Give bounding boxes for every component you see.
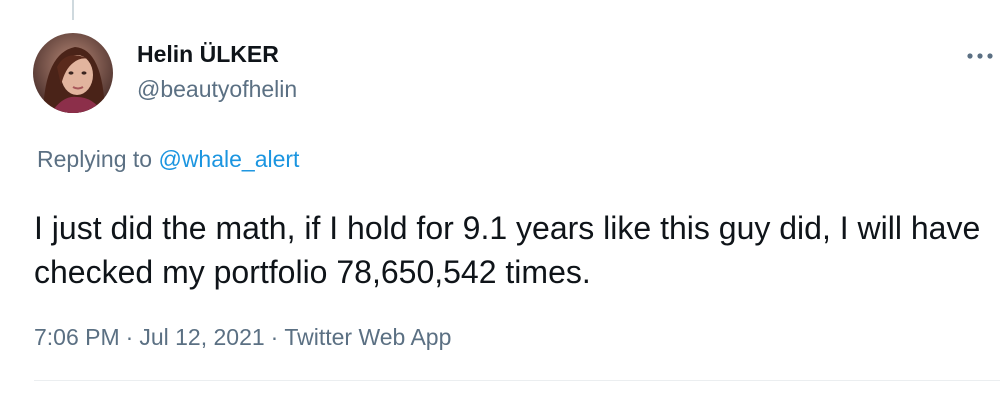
user-handle[interactable]: @beautyofhelin [137, 76, 297, 103]
tweet-client[interactable]: Twitter Web App [284, 324, 451, 350]
tweet: Helin ÜLKER @beautyofhelin Replying to @… [0, 0, 1000, 400]
tweet-meta: 7:06 PM · Jul 12, 2021 · Twitter Web App [34, 324, 451, 351]
more-options-button[interactable] [964, 44, 996, 68]
tweet-time[interactable]: 7:06 PM [34, 324, 120, 350]
reply-mention-link[interactable]: @whale_alert [158, 146, 299, 172]
replying-to-label: Replying to [37, 146, 153, 172]
tweet-date[interactable]: Jul 12, 2021 [139, 324, 264, 350]
tweet-text: I just did the math, if I hold for 9.1 y… [34, 210, 981, 290]
replying-to: Replying to @whale_alert [37, 146, 299, 173]
divider [34, 380, 1000, 381]
display-name[interactable]: Helin ÜLKER [137, 41, 279, 68]
more-horizontal-icon [967, 53, 993, 59]
meta-separator: · [270, 324, 279, 350]
avatar[interactable] [33, 33, 113, 113]
thread-line [72, 0, 74, 20]
meta-separator: · [125, 324, 134, 350]
avatar-photo [33, 33, 113, 113]
